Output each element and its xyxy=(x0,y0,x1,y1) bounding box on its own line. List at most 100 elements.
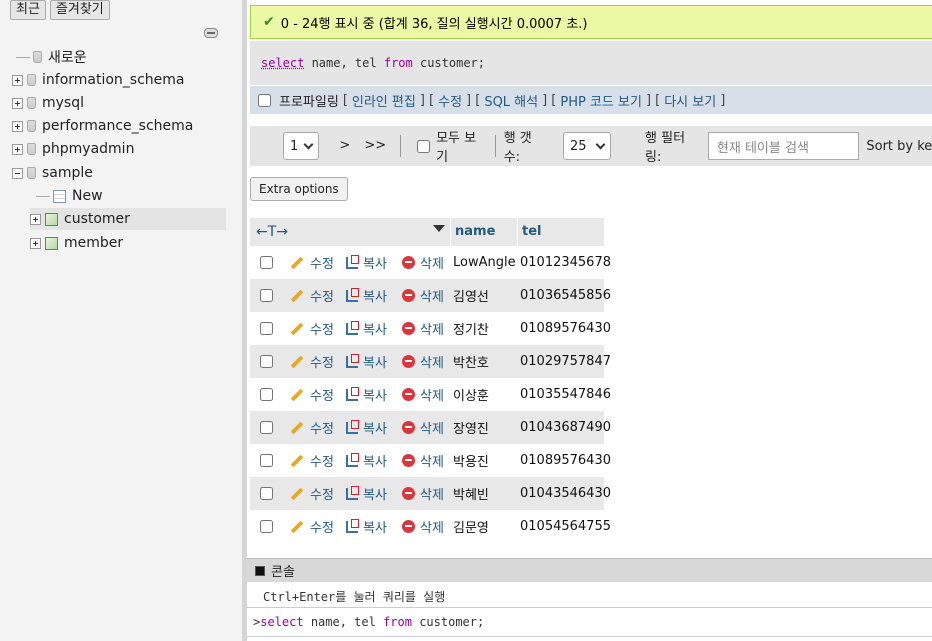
cell-tel[interactable]: 01036545856 xyxy=(520,288,611,303)
row-checkbox[interactable] xyxy=(260,421,273,434)
edit-row-button[interactable]: 수정 xyxy=(290,517,334,536)
expand-icon[interactable] xyxy=(12,97,23,109)
row-checkbox[interactable] xyxy=(260,520,273,533)
copy-row-button[interactable]: 복사 xyxy=(346,418,387,437)
delete-row-button[interactable]: 삭제 xyxy=(402,253,444,272)
link-with-main-icon[interactable] xyxy=(204,28,218,38)
expand-icon[interactable] xyxy=(30,213,41,225)
cell-tel[interactable]: 01089576430 xyxy=(520,321,611,336)
delete-row-button[interactable]: 삭제 xyxy=(402,352,444,371)
edit-row-button[interactable]: 수정 xyxy=(290,418,334,437)
delete-row-button[interactable]: 삭제 xyxy=(402,451,444,470)
cell-name[interactable]: 박혜빈 xyxy=(453,484,489,503)
cell-name[interactable]: 장영진 xyxy=(453,418,489,437)
sort-by-key-label[interactable]: Sort by key xyxy=(866,139,932,154)
edit-row-button[interactable]: 수정 xyxy=(290,484,334,503)
cell-name[interactable]: 박찬호 xyxy=(453,352,489,371)
cell-name[interactable]: 이상훈 xyxy=(453,385,489,404)
copy-row-button[interactable]: 복사 xyxy=(346,451,387,470)
cell-name[interactable]: 김문영 xyxy=(453,517,489,536)
tree-item-information-schema[interactable]: information_schema xyxy=(12,69,185,91)
next-page-button[interactable]: > xyxy=(333,132,356,160)
copy-row-button[interactable]: 복사 xyxy=(346,286,387,305)
delete-row-button[interactable]: 삭제 xyxy=(402,385,444,404)
php-code-link[interactable]: PHP 코드 보기 xyxy=(560,91,642,110)
extra-options-button[interactable]: Extra options xyxy=(250,177,348,201)
column-header-name[interactable]: name xyxy=(450,218,517,246)
copy-row-button[interactable]: 복사 xyxy=(346,517,387,536)
row-checkbox[interactable] xyxy=(260,487,273,500)
cell-name[interactable]: 정기찬 xyxy=(453,319,489,338)
table-row: 수정 복사 삭제 김영선 01036545856 xyxy=(250,279,611,312)
expand-icon[interactable] xyxy=(30,237,41,249)
cell-tel[interactable]: 01029757847 xyxy=(520,354,611,369)
tree-item-phpmyadmin[interactable]: phpmyadmin xyxy=(12,138,134,160)
cell-name[interactable]: LowAngle xyxy=(453,255,516,270)
tree-item-member[interactable]: member xyxy=(30,232,123,254)
collapse-icon[interactable] xyxy=(12,167,23,179)
column-header-tel[interactable]: tel xyxy=(517,218,604,246)
copy-row-button[interactable]: 복사 xyxy=(346,352,387,371)
copy-row-button[interactable]: 복사 xyxy=(346,484,387,503)
column-arrows[interactable]: ←T→ xyxy=(250,224,450,240)
edit-row-button[interactable]: 수정 xyxy=(290,451,334,470)
tree-item-performance-schema[interactable]: performance_schema xyxy=(12,115,193,137)
tree-item-mysql[interactable]: mysql xyxy=(12,92,84,114)
profiling-checkbox[interactable] xyxy=(258,93,271,107)
edit-link[interactable]: 수정 xyxy=(438,91,462,110)
row-checkbox[interactable] xyxy=(260,256,273,269)
cell-tel[interactable]: 01089576430 xyxy=(520,453,611,468)
tree-item-new-db[interactable]: 새로운 xyxy=(16,46,87,68)
row-checkbox[interactable] xyxy=(260,355,273,368)
cell-tel[interactable]: 01043546430 xyxy=(520,486,611,501)
delete-row-button[interactable]: 삭제 xyxy=(402,418,444,437)
table-row: 수정 복사 삭제 정기찬 01089576430 xyxy=(250,312,611,345)
copy-label: 복사 xyxy=(363,323,387,338)
sort-icon[interactable] xyxy=(433,225,445,232)
edit-row-button[interactable]: 수정 xyxy=(290,253,334,272)
cell-tel[interactable]: 01035547846 xyxy=(520,387,611,402)
page-select[interactable]: 1 xyxy=(283,132,320,160)
cell-tel[interactable]: 01012345678 xyxy=(520,255,611,270)
edit-row-button[interactable]: 수정 xyxy=(290,385,334,404)
delete-row-button[interactable]: 삭제 xyxy=(402,484,444,503)
cell-name[interactable]: 김영선 xyxy=(453,286,489,305)
copy-row-button[interactable]: 복사 xyxy=(346,319,387,338)
tree-item-sample[interactable]: sample xyxy=(12,162,93,184)
tree-item-customer[interactable]: customer xyxy=(30,208,226,230)
console-header[interactable]: 콘솔 xyxy=(247,559,932,582)
row-checkbox[interactable] xyxy=(260,289,273,302)
cell-name[interactable]: 박용진 xyxy=(453,451,489,470)
delete-row-button[interactable]: 삭제 xyxy=(402,517,444,536)
delete-row-button[interactable]: 삭제 xyxy=(402,286,444,305)
copy-row-button[interactable]: 복사 xyxy=(346,253,387,272)
explain-sql-link[interactable]: SQL 해석 xyxy=(484,91,538,110)
last-page-button[interactable]: >> xyxy=(358,132,392,160)
show-all-checkbox[interactable] xyxy=(417,139,431,153)
delete-row-button[interactable]: 삭제 xyxy=(402,319,444,338)
tab-recent[interactable]: 최근 xyxy=(10,0,46,20)
tree-item-new-table[interactable]: New xyxy=(36,185,103,207)
console-input[interactable]: >select name, tel from customer; xyxy=(253,615,484,629)
inline-edit-link[interactable]: 인라인 편집 xyxy=(352,91,416,110)
edit-row-button[interactable]: 수정 xyxy=(290,286,334,305)
expand-icon[interactable] xyxy=(12,120,23,132)
edit-row-button[interactable]: 수정 xyxy=(290,319,334,338)
edit-row-button[interactable]: 수정 xyxy=(290,352,334,371)
row-checkbox[interactable] xyxy=(260,388,273,401)
tab-favorites[interactable]: 즐겨찾기 xyxy=(49,0,110,20)
row-checkbox[interactable] xyxy=(260,322,273,335)
sql-keyword[interactable]: select xyxy=(261,56,304,70)
refresh-link[interactable]: 다시 보기 xyxy=(664,91,716,110)
rows-per-page-select[interactable]: 25 xyxy=(562,132,612,160)
cell-tel[interactable]: 01054564755 xyxy=(520,519,611,534)
copy-row-button[interactable]: 복사 xyxy=(346,385,387,404)
copy-icon xyxy=(346,419,359,434)
expand-icon[interactable] xyxy=(12,74,23,86)
row-checkbox[interactable] xyxy=(260,454,273,467)
cell-tel[interactable]: 01043687490 xyxy=(520,420,611,435)
tree-item-label: sample xyxy=(42,165,93,181)
row-filter-input[interactable]: 현재 테이블 검색 xyxy=(707,132,860,160)
sql-keyword: from xyxy=(383,56,413,70)
expand-icon[interactable] xyxy=(12,143,23,155)
